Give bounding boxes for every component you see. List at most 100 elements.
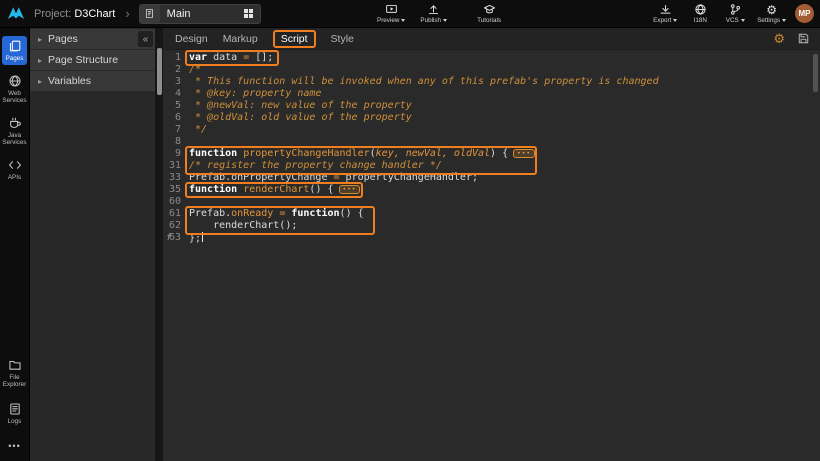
- chevron-down-icon: [401, 19, 405, 22]
- code-line[interactable]: 1 var data = [];: [163, 52, 820, 64]
- topbar-action-label: Preview: [377, 17, 399, 24]
- topbar-action-label: Settings: [757, 17, 780, 24]
- line-number: 7: [163, 124, 187, 136]
- code-line[interactable]: 9 function propertyChangeHandler(key, ne…: [163, 148, 820, 160]
- line-number: 9: [163, 148, 187, 160]
- panel-scrollbar-thumb[interactable]: [157, 48, 162, 95]
- editor-toolbar: ⚙: [773, 31, 810, 47]
- line-number: 1: [163, 52, 187, 64]
- topbar-action-vcs[interactable]: VCS: [722, 3, 748, 24]
- line-number: 60: [163, 196, 187, 208]
- code-text: Prefab.onReady = function() {: [189, 208, 364, 220]
- iconbar-item-label: APIs: [8, 174, 21, 181]
- iconbar-item-pages[interactable]: Pages: [2, 36, 27, 65]
- chevron-down-icon: [443, 19, 447, 22]
- topbar-action-i18n[interactable]: I18N: [687, 3, 713, 24]
- user-avatar[interactable]: MP: [795, 4, 814, 23]
- code-text: * @newVal: new value of the property: [189, 100, 412, 112]
- gutter-marker: f: [166, 232, 171, 244]
- code-line[interactable]: 4 * @key: property name: [163, 88, 820, 100]
- line-number: 6: [163, 112, 187, 124]
- panel-item-page-structure[interactable]: ▸ Page Structure: [30, 50, 155, 70]
- line-number: 62: [163, 220, 187, 232]
- page-grid-icon[interactable]: [238, 9, 260, 18]
- project-title: Project: D3Chart: [34, 8, 115, 20]
- tab-script[interactable]: Script: [273, 30, 316, 48]
- collapse-panel-button[interactable]: «: [138, 31, 153, 47]
- panel-scrollbar[interactable]: [155, 28, 163, 461]
- code-text: /*: [189, 64, 201, 76]
- code-fold-marker-icon[interactable]: •••: [339, 185, 361, 194]
- left-iconbar: Pages Web Services Java Services APIs Fi…: [0, 28, 30, 461]
- topbar-action-export[interactable]: Export: [652, 3, 678, 24]
- project-name: D3Chart: [74, 8, 115, 20]
- more-icon: •••: [8, 439, 20, 453]
- code-text: var data = [];: [189, 52, 273, 64]
- tab-markup[interactable]: Markup: [223, 30, 258, 48]
- code-line[interactable]: f63 };: [163, 232, 820, 244]
- topbar-action-label: Export: [653, 17, 671, 24]
- topbar-action-tutorials[interactable]: Tutorials: [476, 3, 502, 24]
- tab-design[interactable]: Design: [175, 30, 208, 48]
- code-line[interactable]: 60: [163, 196, 820, 208]
- code-text: * This function will be invoked when any…: [189, 76, 659, 88]
- code-line[interactable]: 7 */: [163, 124, 820, 136]
- tab-style[interactable]: Style: [331, 30, 354, 48]
- topbar-action-settings[interactable]: ⚙ Settings: [757, 3, 786, 24]
- topbar-action-label: Publish: [420, 17, 441, 24]
- chevron-down-icon: [741, 19, 745, 22]
- iconbar-item-web-services[interactable]: Web Services: [0, 71, 29, 107]
- iconbar-bottom-group: File Explorer Logs •••: [0, 355, 29, 461]
- code-fold-marker-icon[interactable]: •••: [513, 149, 535, 158]
- iconbar-item-label: Java Services: [1, 132, 29, 146]
- iconbar-item-apis[interactable]: APIs: [0, 155, 29, 184]
- code-text: };: [189, 232, 203, 244]
- code-line[interactable]: 2 /*: [163, 64, 820, 76]
- iconbar-item-label: Web Services: [1, 90, 29, 104]
- code-line[interactable]: 31 /* register the property change handl…: [163, 160, 820, 172]
- code-text: /* register the property change handler …: [189, 160, 442, 172]
- code-line[interactable]: 35 function renderChart() {•••: [163, 184, 820, 196]
- chevron-down-icon: [673, 19, 677, 22]
- panel-item-pages[interactable]: ▸ Pages «: [30, 29, 155, 49]
- line-number: 2: [163, 64, 187, 76]
- page-doc-icon: [140, 5, 160, 23]
- iconbar-item-more[interactable]: •••: [0, 436, 29, 456]
- code-editor[interactable]: 1 var data = []; 2 /* 3 * This function …: [163, 50, 820, 461]
- code-text: renderChart();: [189, 220, 297, 232]
- panel-item-label: Page Structure: [48, 54, 118, 66]
- settings-icon: ⚙: [766, 3, 777, 16]
- code-line[interactable]: 33 Prefab.onPropertyChange = propertyCha…: [163, 172, 820, 184]
- code-line[interactable]: 62 renderChart();: [163, 220, 820, 232]
- left-panel: ▸ Pages « ▸ Page Structure ▸ Variables: [30, 28, 155, 461]
- save-icon[interactable]: [797, 32, 810, 45]
- page-selector[interactable]: Main: [139, 4, 261, 24]
- panel-item-variables[interactable]: ▸ Variables: [30, 71, 155, 91]
- iconbar-item-logs[interactable]: Logs: [0, 399, 29, 428]
- page-selector-value: Main: [160, 8, 238, 20]
- code-line[interactable]: 8: [163, 136, 820, 148]
- editor-scrollbar-thumb[interactable]: [813, 54, 818, 92]
- iconbar-top-group: Pages Web Services Java Services APIs: [0, 36, 29, 184]
- topbar-action-publish[interactable]: Publish: [420, 3, 447, 24]
- line-number: f63: [163, 232, 187, 244]
- editor-tabbar: Design Markup Script Style ⚙: [163, 28, 820, 50]
- code-line[interactable]: 3 * This function will be invoked when a…: [163, 76, 820, 88]
- editor-settings-gear-icon[interactable]: ⚙: [773, 31, 785, 47]
- topbar-right-actions: Export I18N VCS ⚙ Settings MP: [652, 0, 814, 27]
- chevron-down-icon: [782, 19, 786, 22]
- apis-icon: [8, 158, 22, 172]
- web-services-icon: [8, 74, 22, 88]
- code-text: function renderChart() {•••: [189, 184, 360, 196]
- iconbar-item-label: Pages: [6, 55, 24, 62]
- iconbar-item-file-explorer[interactable]: File Explorer: [0, 355, 29, 391]
- code-line[interactable]: 6 * @oldVal: old value of the property: [163, 112, 820, 124]
- app-logo-icon[interactable]: [7, 6, 25, 21]
- publish-icon: [427, 3, 440, 16]
- iconbar-item-java-services[interactable]: Java Services: [0, 113, 29, 149]
- chevron-right-icon: ▸: [38, 56, 42, 65]
- topbar-action-preview[interactable]: Preview: [377, 3, 405, 24]
- code-line[interactable]: 61 Prefab.onReady = function() {: [163, 208, 820, 220]
- code-line[interactable]: 5 * @newVal: new value of the property: [163, 100, 820, 112]
- i18n-icon: [694, 3, 707, 16]
